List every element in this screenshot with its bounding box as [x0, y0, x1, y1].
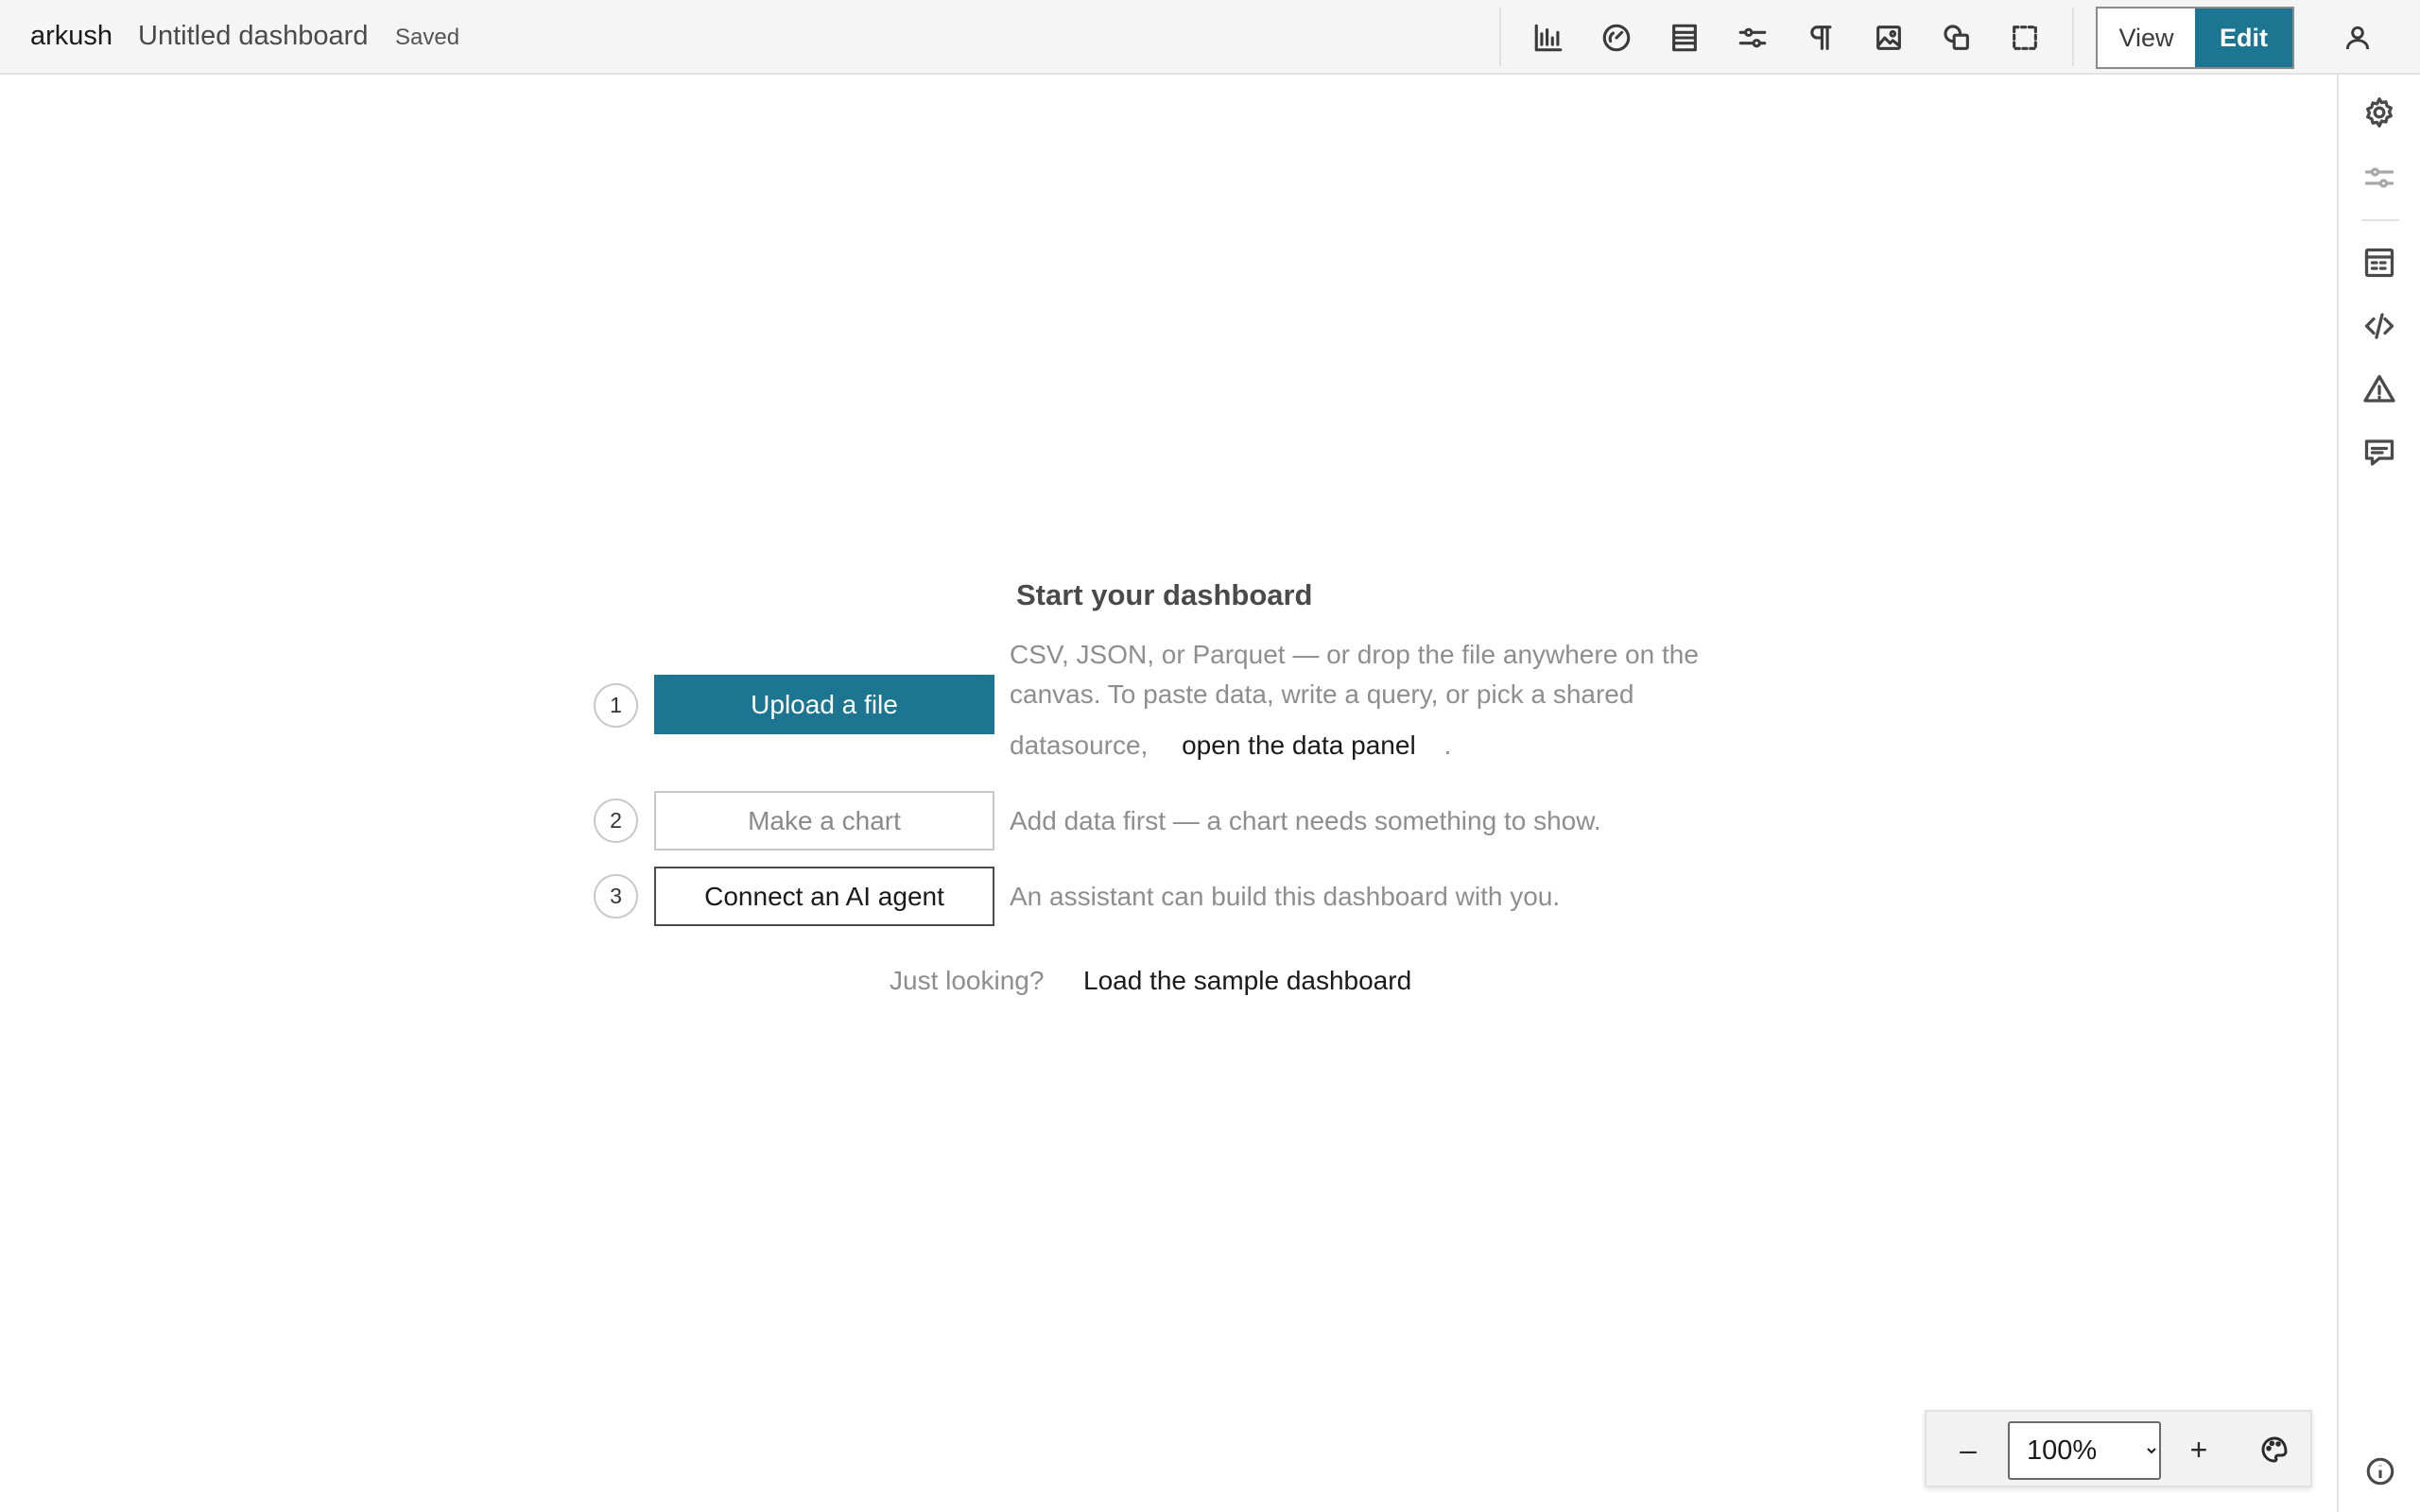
- view-mode-button[interactable]: View: [2098, 9, 2195, 67]
- step-number-1: 1: [594, 683, 638, 728]
- step-number-3: 3: [594, 874, 638, 919]
- upload-desc-line-2: canvas. To paste data, write a query, or…: [1010, 679, 1634, 709]
- zoom-level-select[interactable]: 50%75%100%125%150%200%: [2008, 1421, 2161, 1480]
- toolbar-divider: [2072, 8, 2074, 66]
- info-icon[interactable]: [2360, 1451, 2401, 1492]
- dashboard-title[interactable]: Untitled dashboard: [138, 21, 368, 52]
- user-icon[interactable]: [2337, 17, 2378, 59]
- warning-icon[interactable]: [2356, 366, 2403, 413]
- table-icon[interactable]: [1664, 17, 1705, 59]
- make-chart-button[interactable]: Make a chart: [654, 791, 994, 850]
- zoom-controls: – 50%75%100%125%150%200% +: [1925, 1410, 2312, 1487]
- ai-agent-description: An assistant can build this dashboard wi…: [1010, 882, 1561, 911]
- make-chart-description: Add data first — a chart needs something…: [1010, 806, 1601, 835]
- connect-ai-agent-button[interactable]: Connect an AI agent: [654, 867, 994, 926]
- settings-gear-icon[interactable]: [2356, 89, 2403, 136]
- toolbar-divider: [1499, 8, 1501, 66]
- upload-desc-line-1: CSV, JSON, or Parquet — or drop the file…: [1010, 640, 1699, 669]
- gauge-icon[interactable]: [1596, 17, 1637, 59]
- upload-desc-period: .: [1443, 730, 1452, 760]
- bar-chart-icon[interactable]: [1528, 17, 1569, 59]
- code-icon[interactable]: [2356, 302, 2403, 350]
- paragraph-icon[interactable]: [1800, 17, 1841, 59]
- save-status: Saved: [395, 25, 460, 50]
- right-rail: [2337, 75, 2420, 1512]
- filter-sliders-icon[interactable]: [1732, 17, 1773, 59]
- open-data-panel-link[interactable]: open the data panel: [1182, 730, 1416, 760]
- comment-icon[interactable]: [2356, 429, 2403, 476]
- shapes-icon[interactable]: [1936, 17, 1978, 59]
- palette-icon[interactable]: [2254, 1429, 2295, 1470]
- sliders-icon[interactable]: [2356, 154, 2403, 201]
- selection-frame-icon[interactable]: [2004, 17, 2046, 59]
- data-table-icon[interactable]: [2356, 239, 2403, 286]
- upload-description: CSV, JSON, or Parquet — or drop the file…: [1010, 635, 1699, 765]
- mode-toggle: View Edit: [2096, 7, 2294, 69]
- zoom-in-button[interactable]: +: [2178, 1429, 2220, 1470]
- upload-file-button[interactable]: Upload a file: [654, 675, 994, 734]
- zoom-out-button[interactable]: –: [1947, 1429, 1989, 1470]
- image-icon[interactable]: [1868, 17, 1910, 59]
- upload-desc-line-3: datasource,: [1010, 730, 1149, 760]
- brand-name[interactable]: arkush: [30, 21, 112, 52]
- edit-mode-button[interactable]: Edit: [2195, 9, 2292, 67]
- load-sample-dashboard-link[interactable]: Load the sample dashboard: [1083, 966, 1411, 996]
- onboarding-title: Start your dashboard: [1016, 578, 1313, 611]
- just-looking-text: Just looking?: [890, 966, 1045, 995]
- rail-divider: [2361, 219, 2399, 221]
- step-number-2: 2: [594, 799, 638, 843]
- top-bar: arkush Untitled dashboard Saved View Edi…: [0, 0, 2420, 75]
